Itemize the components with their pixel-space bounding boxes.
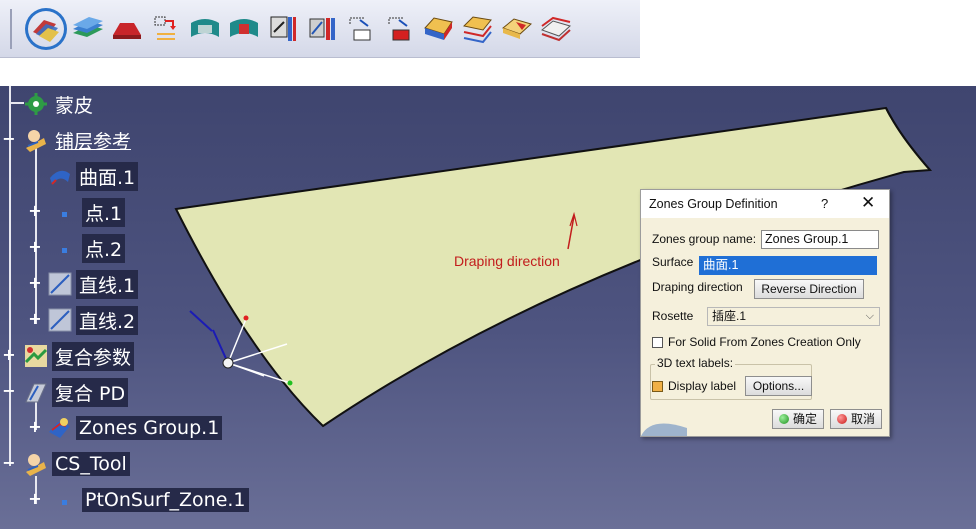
tree-item-line-1[interactable]: 直线.1: [48, 269, 139, 299]
draping-direction-label: Draping direction: [454, 253, 560, 269]
collapse-icon[interactable]: −: [2, 455, 16, 471]
tree-item-zones-group-1[interactable]: Zones Group.1: [48, 414, 223, 442]
zones-group-definition-dialog: Zones Group Definition ? ✕ Zones group n…: [640, 189, 890, 437]
zones-group-icon: [49, 418, 70, 438]
collapse-icon[interactable]: −: [2, 131, 16, 147]
tree-item-skin[interactable]: 蒙皮: [24, 90, 96, 118]
ok-icon: [778, 414, 789, 424]
zone-icon[interactable]: [226, 9, 262, 49]
surface-label: Surface: [652, 255, 694, 269]
point-icon: [62, 500, 67, 505]
toolbar-grip[interactable]: [10, 8, 16, 49]
specification-tree: 蒙皮 − 铺层参考 曲面.1 + 点.1 + 点.2 + 直线.1 + 直线.2…: [0, 86, 260, 529]
tree-item-label: 蒙皮: [55, 94, 94, 117]
display-label-text: Display label: [668, 379, 737, 393]
rosette-icon[interactable]: [265, 9, 301, 49]
draping-direction-label: Draping direction: [652, 280, 743, 294]
tree-item-label: CS_Tool: [52, 452, 130, 476]
zones-group-name-row: Zones group name:: [652, 232, 756, 246]
ok-button-label: 确定: [792, 412, 817, 426]
tree-item-label: 复合 PD: [52, 377, 129, 407]
tree-item-ptonsurf-zone-1[interactable]: PtOnSurf_Zone.1: [54, 486, 249, 514]
expand-icon[interactable]: +: [28, 491, 42, 507]
text-labels-group-title: 3D text labels:: [655, 356, 736, 370]
tree-item-line-2[interactable]: 直线.2: [48, 305, 139, 335]
surface-row: Surface: [652, 255, 693, 269]
rosette-row: Rosette: [652, 309, 693, 323]
solid-checkbox-row[interactable]: For Solid From Zones Creation Only: [652, 335, 861, 349]
chevron-down-icon: ⌵: [865, 310, 874, 322]
cancel-button-label: 取消: [850, 412, 875, 426]
reference-icon: [26, 454, 46, 476]
composites-pd-icon: [25, 383, 47, 403]
ply-group-icon[interactable]: [304, 9, 340, 49]
reverse-direction-button[interactable]: Reverse Direction: [754, 279, 864, 299]
display-label-checkbox[interactable]: [652, 380, 663, 392]
point-icon: [62, 248, 67, 253]
stacking-icon[interactable]: [109, 9, 145, 49]
expand-icon[interactable]: +: [28, 311, 42, 327]
export-plies-icon[interactable]: [538, 9, 574, 49]
rosette-value: 插座.1: [712, 309, 747, 323]
zone-group-icon[interactable]: [187, 9, 223, 49]
copy-plies-icon[interactable]: [343, 9, 379, 49]
collapse-icon[interactable]: −: [2, 383, 16, 399]
reference-icon: [26, 130, 46, 152]
surface-field[interactable]: 曲面.1: [699, 256, 877, 275]
tree-item-point-1[interactable]: 点.1: [54, 197, 126, 227]
composites-parameters-icon: [24, 345, 48, 367]
tree-item-label: 直线.2: [76, 305, 139, 335]
catia-compass-icon: [641, 423, 687, 436]
options-button[interactable]: Options...: [745, 376, 812, 396]
zones-group-name-input[interactable]: Zones Group.1: [761, 230, 879, 249]
cancel-button[interactable]: 取消: [830, 409, 882, 429]
composites-design-icon[interactable]: [25, 8, 67, 50]
expand-icon[interactable]: +: [2, 347, 16, 363]
surface-icon: [50, 170, 70, 185]
explode-plies-icon[interactable]: [460, 9, 496, 49]
expand-icon[interactable]: +: [28, 239, 42, 255]
transfer-icon[interactable]: [148, 9, 184, 49]
composites-toolbar: [0, 0, 640, 58]
tree-item-label: 曲面.1: [76, 161, 139, 191]
line-icon: [48, 308, 72, 332]
layered-plies-icon[interactable]: [70, 9, 106, 49]
tree-item-label: 直线.1: [76, 269, 139, 299]
display-label-row[interactable]: Display label: [652, 379, 736, 393]
zones-group-name-label: Zones group name:: [652, 232, 757, 246]
tree-item-label: 点.1: [82, 197, 126, 227]
expand-icon[interactable]: +: [28, 203, 42, 219]
draping-direction-row: Draping direction: [652, 280, 743, 294]
line-icon: [48, 272, 72, 296]
dialog-title: Zones Group Definition: [649, 197, 778, 211]
tree-item-label: PtOnSurf_Zone.1: [82, 488, 249, 512]
tree-item-composites-parameters[interactable]: 复合参数: [24, 341, 135, 371]
close-icon[interactable]: ✕: [861, 193, 875, 213]
tree-item-ply-reference[interactable]: 铺层参考: [24, 126, 134, 154]
tree-item-label: 点.2: [82, 233, 126, 263]
rosette-label: Rosette: [652, 309, 694, 323]
paste-plies-icon[interactable]: [382, 9, 418, 49]
solid-checkbox-label: For Solid From Zones Creation Only: [668, 335, 861, 349]
tree-item-label: 铺层参考: [55, 130, 132, 153]
expand-icon[interactable]: +: [28, 419, 42, 435]
tree-item-label: 复合参数: [52, 341, 135, 371]
tree-item-point-2[interactable]: 点.2: [54, 233, 126, 263]
solid-slicing-icon[interactable]: [421, 9, 457, 49]
point-icon: [62, 212, 67, 217]
expand-icon[interactable]: +: [28, 275, 42, 291]
tree-item-surface-1[interactable]: 曲面.1: [48, 161, 139, 191]
help-button[interactable]: ?: [821, 196, 828, 211]
gear-settings-icon: [25, 93, 47, 115]
tree-item-label: Zones Group.1: [76, 416, 223, 440]
core-sampling-icon[interactable]: [499, 9, 535, 49]
tree-item-cs-tool[interactable]: CS_Tool: [24, 450, 130, 478]
rosette-select[interactable]: 插座.1 ⌵: [707, 307, 880, 326]
ok-button[interactable]: 确定: [772, 409, 824, 429]
dialog-title-bar[interactable]: Zones Group Definition ? ✕: [641, 190, 889, 218]
solid-checkbox[interactable]: [652, 336, 663, 348]
cancel-icon: [836, 414, 847, 424]
tree-item-composites-pd[interactable]: 复合 PD: [24, 377, 129, 407]
